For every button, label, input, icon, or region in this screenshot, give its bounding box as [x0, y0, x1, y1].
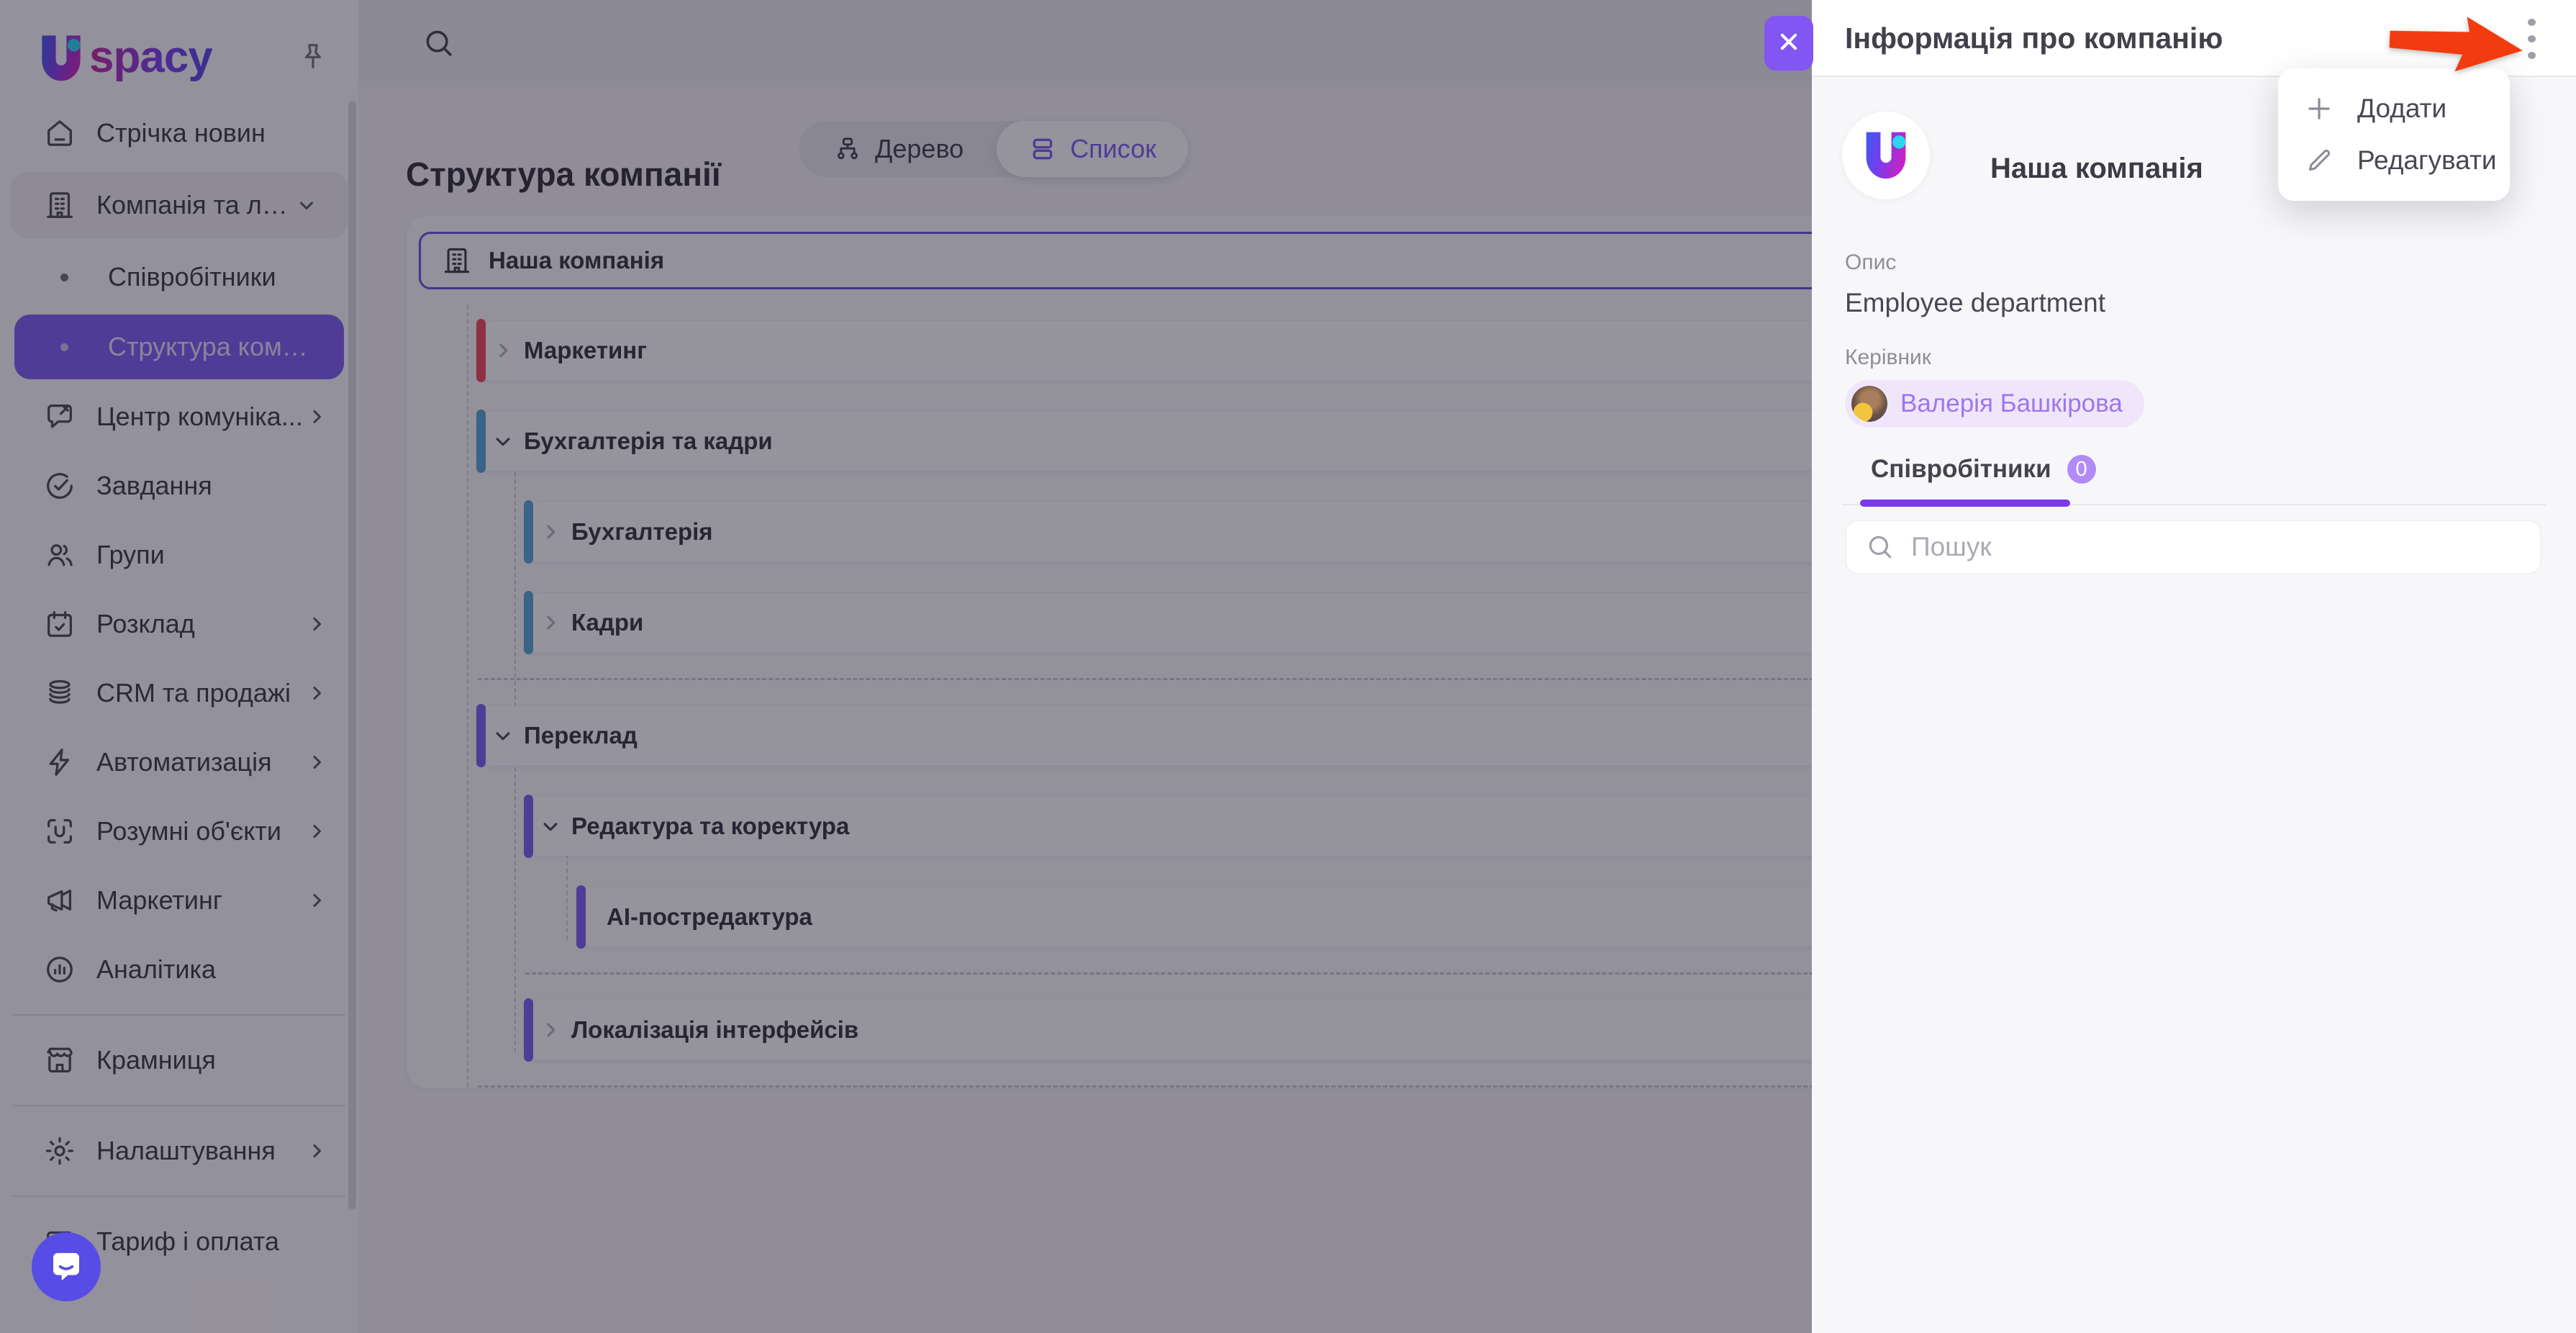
company-avatar	[1842, 112, 1930, 199]
context-menu: Додати Редагувати	[2278, 68, 2510, 201]
chat-launcher-button[interactable]	[32, 1232, 101, 1301]
tab-employees[interactable]: Співробітники 0	[1871, 455, 2096, 484]
tab-label: Співробітники	[1871, 455, 2051, 484]
menu-item-icon	[2304, 94, 2334, 124]
employee-search	[1845, 520, 2541, 574]
company-name: Наша компанія	[1990, 153, 2203, 185]
uspacy-logo-icon	[1859, 127, 1913, 185]
chat-icon	[47, 1247, 86, 1286]
description-label: Опис	[1845, 250, 1896, 275]
description-value: Employee department	[1845, 288, 2105, 318]
menu-item-label: Додати	[2357, 94, 2446, 124]
manager-label: Керівник	[1845, 345, 1931, 370]
menu-item-icon	[2304, 145, 2334, 176]
panel-title: Інформація про компанію	[1845, 0, 2223, 77]
search-input[interactable]	[1910, 531, 2521, 563]
avatar	[1851, 386, 1887, 422]
uspacy-app: spacy Стрічка новин Компанія та люди Спі…	[0, 0, 2576, 1333]
close-icon	[1774, 27, 1803, 60]
close-panel-button[interactable]	[1764, 16, 1813, 71]
menu-item[interactable]: Редагувати	[2278, 135, 2510, 186]
search-icon	[1865, 532, 1895, 562]
manager-name: Валерія Башкірова	[1900, 389, 2123, 418]
menu-item-label: Редагувати	[2357, 145, 2497, 176]
count-badge: 0	[2067, 455, 2096, 484]
manager-chip[interactable]: Валерія Башкірова	[1845, 380, 2144, 428]
menu-item[interactable]: Додати	[2278, 83, 2510, 135]
active-tab-underline	[1860, 500, 2070, 507]
modal-backdrop[interactable]	[0, 0, 1812, 1333]
